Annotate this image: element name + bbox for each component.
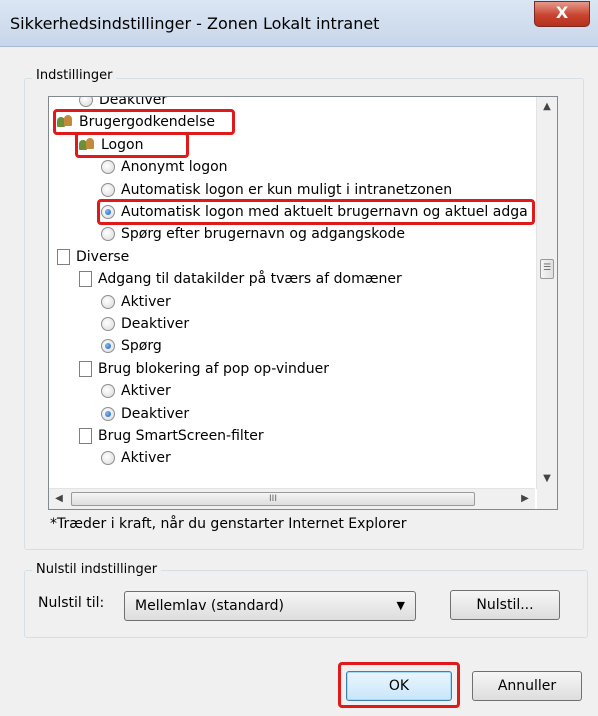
scroll-up-icon[interactable]: ▲ xyxy=(537,97,557,117)
tree-item[interactable]: Brug SmartScreen-filter xyxy=(79,425,264,447)
tree-item-label: Diverse xyxy=(76,248,130,265)
tree-item[interactable]: Aktiver xyxy=(101,447,171,469)
radio-checked-icon xyxy=(101,406,115,421)
vertical-scrollbar[interactable]: ▲ ☰ ▼ xyxy=(536,97,557,489)
radio-unchecked-icon xyxy=(101,317,115,331)
reset-to-label: Nulstil til: xyxy=(38,595,105,611)
reset-level-select[interactable]: Mellemlav (standard) ▼ xyxy=(124,591,416,621)
tree-item-label: Aktiver xyxy=(121,450,171,467)
reset-level-value: Mellemlav (standard) xyxy=(135,598,284,614)
tree-item-label: Brug blokering af pop op-vinduer xyxy=(98,360,330,377)
radio-unchecked-icon xyxy=(101,384,115,399)
scrollbar-corner xyxy=(537,489,557,509)
tree-item-label: Deaktiver xyxy=(121,316,190,332)
tree-item[interactable]: Spørg efter brugernavn og adgangskode xyxy=(101,223,405,245)
radio-unchecked-icon xyxy=(101,182,115,197)
tree-item-highlight xyxy=(75,131,189,158)
tree-item-label: Anonymt logon xyxy=(121,159,228,176)
ok-button-highlight xyxy=(338,662,460,708)
window-title: Sikkerhedsindstillinger - Zonen Lokalt i… xyxy=(10,14,380,33)
page-icon xyxy=(57,248,70,265)
scroll-right-icon[interactable]: ▶ xyxy=(515,489,535,509)
tree-item-label: Spørg xyxy=(121,338,162,355)
tree-item[interactable]: Diverse xyxy=(57,246,129,268)
radio-unchecked-icon xyxy=(79,97,93,107)
title-bar[interactable]: Sikkerhedsindstillinger - Zonen Lokalt i… xyxy=(0,0,598,47)
horizontal-scroll-thumb[interactable]: III xyxy=(71,492,475,506)
page-icon xyxy=(79,271,92,288)
settings-legend: Indstillinger xyxy=(32,68,117,83)
radio-unchecked-icon xyxy=(101,160,115,175)
tree-item-label: Aktiver xyxy=(121,293,171,310)
reset-legend: Nulstil indstillinger xyxy=(32,562,162,577)
restart-note: *Træder i kraft, når du genstarter Inter… xyxy=(50,516,407,532)
scroll-down-icon[interactable]: ▼ xyxy=(537,469,557,489)
radio-unchecked-icon xyxy=(101,451,115,466)
horizontal-scrollbar[interactable]: ◀ III ▶ xyxy=(49,488,535,509)
tree-item[interactable]: Deaktiver xyxy=(101,313,189,335)
scroll-left-icon[interactable]: ◀ xyxy=(49,489,69,509)
tree-item[interactable]: Spørg xyxy=(101,335,162,357)
tree-item[interactable]: Adgang til datakilder på tværs af domæne… xyxy=(79,268,402,290)
tree-item-label: Automatisk logon er kun muligt i intrane… xyxy=(121,181,453,198)
tree-item[interactable]: Automatisk logon er kun muligt i intrane… xyxy=(101,179,452,201)
tree-item-highlight xyxy=(97,199,535,225)
radio-unchecked-icon xyxy=(101,294,115,309)
radio-checked-icon xyxy=(101,339,115,354)
radio-unchecked-icon xyxy=(101,227,115,242)
tree-item[interactable]: Aktiver xyxy=(101,291,171,313)
settings-tree-content: Deaktiver Brugergodkendelse Logon Anonymt l… xyxy=(49,97,535,489)
vertical-scroll-thumb[interactable]: ☰ xyxy=(540,259,554,279)
tree-item[interactable]: Deaktiver xyxy=(101,403,189,425)
chevron-down-icon: ▼ xyxy=(396,599,405,612)
tree-item-label: Deaktiver xyxy=(99,97,168,108)
cancel-button[interactable]: Annuller xyxy=(472,671,582,701)
close-button[interactable]: X xyxy=(534,1,590,27)
tree-item-label: Deaktiver xyxy=(121,405,190,422)
tree-item-label: Spørg efter brugernavn og adgangskode xyxy=(121,226,405,243)
page-icon xyxy=(79,428,92,444)
security-settings-dialog: Sikkerhedsindstillinger - Zonen Lokalt i… xyxy=(0,0,598,716)
tree-item[interactable]: Anonymt logon xyxy=(101,156,228,178)
close-icon: X xyxy=(555,3,569,22)
tree-item-label: Aktiver xyxy=(121,383,171,400)
page-icon xyxy=(79,360,92,377)
reset-button[interactable]: Nulstil... xyxy=(450,590,560,620)
tree-item-label: Adgang til datakilder på tværs af domæne… xyxy=(98,271,402,288)
tree-item[interactable]: Aktiver xyxy=(101,380,171,402)
tree-item[interactable]: Brug blokering af pop op-vinduer xyxy=(79,358,329,380)
settings-tree[interactable]: Deaktiver Brugergodkendelse Logon Anonymt l… xyxy=(48,96,558,510)
tree-item-label: Brug SmartScreen-filter xyxy=(98,428,264,444)
